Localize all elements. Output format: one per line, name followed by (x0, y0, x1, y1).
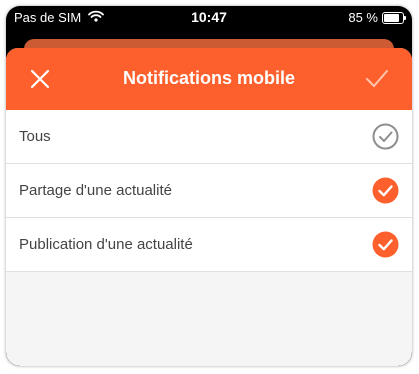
option-partage[interactable]: Partage d'une actualité (6, 164, 412, 218)
status-bar: Pas de SIM 10:47 85 % (6, 6, 412, 30)
checked-circle-icon[interactable] (372, 231, 399, 258)
notifications-sheet: Notifications mobile Tous Partage d'une a… (6, 48, 412, 366)
checked-circle-icon[interactable] (372, 177, 399, 204)
battery-icon (382, 12, 406, 24)
option-label: Publication d'une actualité (19, 236, 193, 253)
battery-percent: 85 % (348, 10, 378, 25)
confirm-button[interactable] (364, 67, 390, 91)
battery-level (384, 14, 399, 22)
option-tous[interactable]: Tous (6, 110, 412, 164)
sheet-title: Notifications mobile (122, 68, 295, 88)
option-publication[interactable]: Publication d'une actualité (6, 218, 412, 272)
notification-options-list: Tous Partage d'une actualité Publication d… (6, 110, 412, 272)
check-icon (366, 70, 388, 87)
phone-screen: Pas de SIM 10:47 85 % Notifications mobi… (6, 6, 412, 366)
sheet-header: Notifications mobile (6, 48, 412, 110)
option-label: Partage d'une actualité (19, 182, 172, 199)
unchecked-circle-icon[interactable] (372, 123, 399, 150)
option-label: Tous (19, 128, 51, 145)
